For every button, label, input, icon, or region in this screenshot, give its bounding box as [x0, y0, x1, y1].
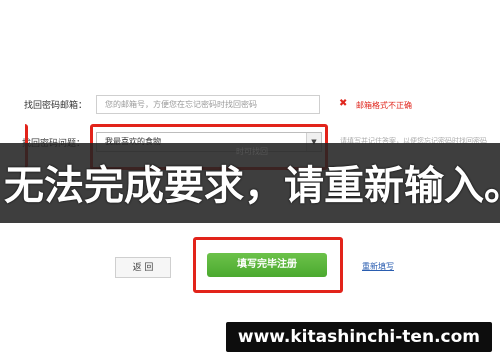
error-banner-text: 无法完成要求，请重新输入。	[4, 163, 500, 209]
site-watermark: www.kitashinchi-ten.com	[225, 322, 492, 352]
email-error-text: 邮箱格式不正确	[356, 101, 412, 110]
error-x-icon: ✖	[339, 98, 348, 109]
email-field[interactable]: 您的邮箱号，方便您在忘记密码时找回密码	[96, 95, 320, 114]
refill-link[interactable]: 重新填写	[362, 261, 394, 272]
back-button[interactable]: 返 回	[115, 257, 171, 278]
submit-register-button[interactable]: 填写完毕注册	[207, 253, 327, 277]
email-label: 找回密码邮箱：	[24, 101, 88, 111]
